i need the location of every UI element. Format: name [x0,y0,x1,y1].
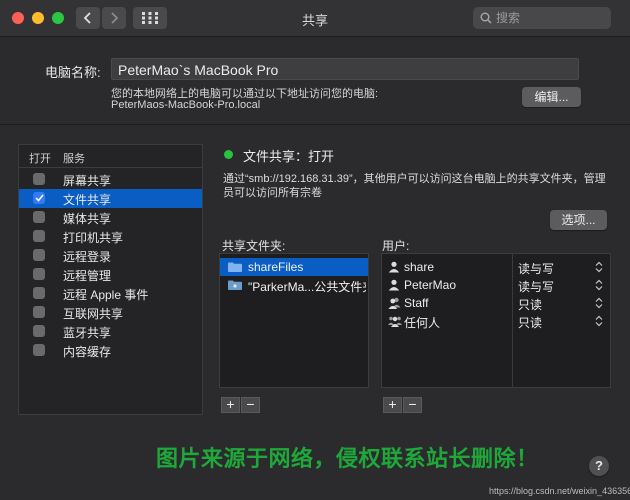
search-field[interactable] [473,7,611,29]
options-button[interactable]: 选项... [550,210,607,230]
permission-value[interactable]: 读与写 [518,260,554,277]
service-checkbox[interactable] [33,344,45,356]
up-down-arrows-icon[interactable] [595,315,603,327]
status-indicator [224,150,233,159]
computer-name-label: 电脑名称: [45,65,101,80]
service-label: 打印机共享 [63,231,124,245]
service-label: 内容缓存 [63,345,112,359]
service-row-remote-management[interactable]: 远程管理 [19,265,202,284]
section-divider [0,124,630,125]
add-user-button[interactable]: + [383,397,402,413]
remove-user-button[interactable]: − [403,397,422,413]
watermark-text: 图片来源于网络，侵权联系站长删除！ [156,446,539,471]
computer-name-field[interactable]: PeterMao`s MacBook Pro [111,58,579,80]
up-down-arrows-icon[interactable] [595,297,603,309]
service-checkbox[interactable] [33,249,45,261]
users-list[interactable]: share 读与写 PeterMao 读与写 Staff 只读 任何人 只读 [381,253,611,388]
folder-icon [228,262,242,272]
sharing-description-line2: 员可以访问所有宗卷 [223,187,322,199]
image-credit: https://blog.csdn.net/weixin_43635647 [489,486,630,496]
service-row-bluetooth-sharing[interactable]: 蓝牙共享 [19,322,202,341]
service-checkbox[interactable] [33,325,45,337]
folder-row[interactable]: shareFiles [220,258,368,276]
user-name: share [404,260,435,274]
header-service: 服务 [63,153,85,165]
service-checkbox[interactable] [33,211,45,223]
service-label: 远程管理 [63,269,112,283]
public-folder-icon [228,280,242,290]
help-button[interactable]: ? [589,456,609,476]
service-label: 蓝牙共享 [63,326,112,340]
users-label: 用户: [382,239,410,253]
user-row[interactable]: 任何人 只读 [382,312,610,330]
service-row-printer-sharing[interactable]: 打印机共享 [19,227,202,246]
service-checkbox[interactable] [33,192,45,204]
user-name: PeterMao [404,278,457,292]
service-checkbox[interactable] [33,230,45,242]
file-sharing-status: 文件共享：打开 [243,149,335,164]
up-down-arrows-icon[interactable] [595,261,603,273]
user-row[interactable]: Staff 只读 [382,294,610,312]
checkmark-icon [34,194,44,202]
folder-row[interactable]: "ParkerMa...公共文件夹 [220,276,368,294]
folder-name: shareFiles [248,260,304,274]
service-list[interactable]: 打开 服务 屏幕共享 文件共享 媒体共享 打印机共享 远程登录 远程管理 远程 … [18,144,203,415]
user-name: Staff [404,296,429,310]
local-hostname: PeterMaos-MacBook-Pro.local [111,99,261,111]
user-row[interactable]: PeterMao 读与写 [382,276,610,294]
service-row-media-sharing[interactable]: 媒体共享 [19,208,202,227]
service-label: 互联网共享 [63,307,124,321]
service-label: 远程登录 [63,250,112,264]
group-icon [388,297,401,309]
search-icon [480,12,492,24]
permission-value[interactable]: 读与写 [518,278,554,295]
service-row-remote-login[interactable]: 远程登录 [19,246,202,265]
service-checkbox[interactable] [33,268,45,280]
up-down-arrows-icon[interactable] [595,279,603,291]
header-on: 打开 [29,153,51,165]
remove-folder-button[interactable]: − [241,397,260,413]
service-checkbox[interactable] [33,287,45,299]
service-label: 媒体共享 [63,212,112,226]
folder-name: "ParkerMa...公共文件夹 [248,280,366,294]
permission-value[interactable]: 只读 [518,314,542,331]
service-checkbox[interactable] [33,306,45,318]
everyone-icon [388,316,402,327]
service-list-header: 打开 服务 [19,145,202,168]
service-row-screen-sharing[interactable]: 屏幕共享 [19,170,202,189]
user-icon [388,261,400,273]
service-label: 文件共享 [63,193,112,207]
service-label: 屏幕共享 [63,174,112,188]
edit-button[interactable]: 编辑... [522,87,581,107]
user-name: 任何人 [404,316,441,330]
service-row-internet-sharing[interactable]: 互联网共享 [19,303,202,322]
shared-folders-list[interactable]: shareFiles "ParkerMa...公共文件夹 [219,253,369,388]
user-row[interactable]: share 读与写 [382,258,610,276]
search-input[interactable] [496,11,596,25]
title-bar: 共享 [0,0,630,37]
shared-folders-label: 共享文件夹: [222,239,286,253]
service-row-content-caching[interactable]: 内容缓存 [19,341,202,360]
add-folder-button[interactable]: + [221,397,240,413]
service-checkbox[interactable] [33,173,45,185]
user-icon [388,279,400,291]
service-row-file-sharing[interactable]: 文件共享 [19,189,202,208]
service-row-remote-apple-events[interactable]: 远程 Apple 事件 [19,284,202,303]
permission-value[interactable]: 只读 [518,296,542,313]
service-label: 远程 Apple 事件 [63,288,149,302]
